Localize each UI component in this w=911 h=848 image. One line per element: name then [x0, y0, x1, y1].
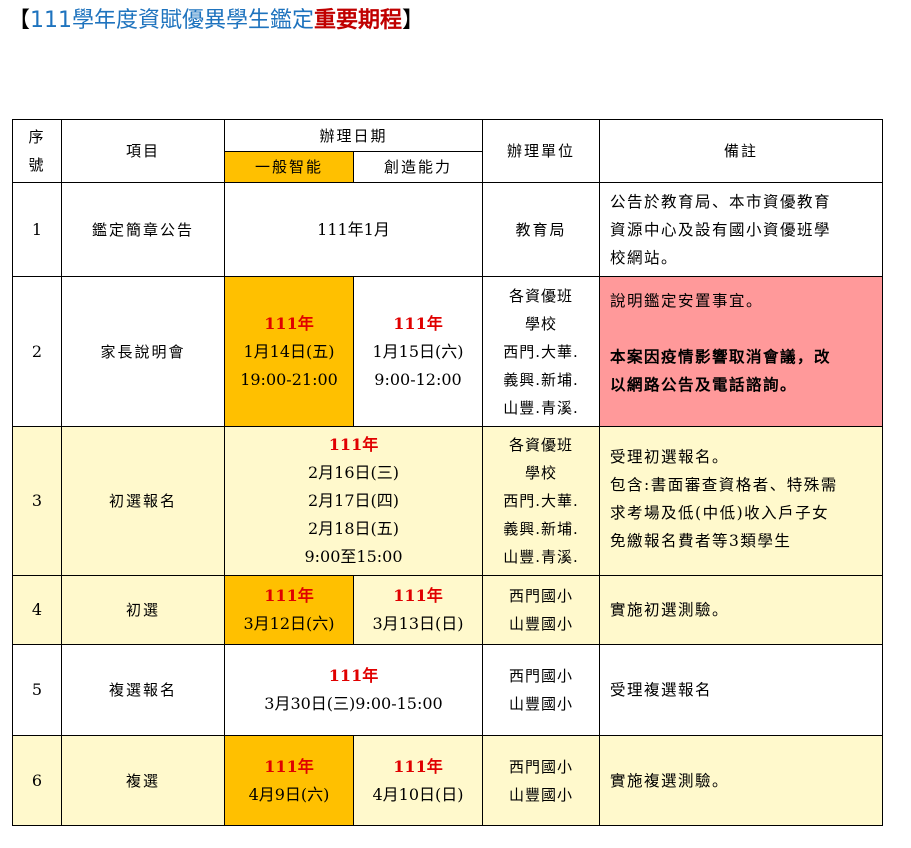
row-unit: 西門國小 山豐國小 — [482, 735, 601, 826]
row-creative-date: 111年 1月15日(六) 9:00-12:00 — [352, 276, 484, 427]
header-seq: 序 號 — [12, 119, 62, 183]
row-unit: 西門國小 山豐國小 — [482, 575, 601, 645]
title-highlight: 重要期程 — [314, 8, 403, 33]
row-unit: 各資優班 學校 西門.大華. 義興.新埔. 山豐.青溪. — [482, 426, 601, 576]
row-date: 111年1月 — [223, 182, 484, 277]
row-seq: 1 — [12, 182, 62, 277]
row-note: 說明鑑定安置事宜。 本案因疫情影響取消會議，改 以網路公告及電話諮詢。 — [599, 276, 884, 427]
row-creative-date: 111年 3月13日(日) — [352, 575, 484, 645]
table-row: 4 初選 111年 3月12日(六) 111年 3月13日(日) 西門國小 山豐… — [12, 575, 884, 645]
row-seq: 6 — [12, 735, 62, 826]
header-item: 項目 — [61, 119, 225, 183]
row-general-date: 111年 4月9日(六) — [224, 735, 354, 826]
schedule-table: 序 號 項目 辦理日期 辦理單位 備註 一般智能 創造能力 1 鑑定簡章公告 1… — [12, 119, 884, 826]
title-main: 111學年度資賦優異學生鑑定 — [30, 8, 315, 33]
row-note: 實施複選測驗。 — [599, 735, 884, 826]
row-general-date: 111年 1月14日(五) 19:00-21:00 — [224, 276, 354, 427]
row-seq: 5 — [12, 644, 62, 736]
header-general-ability: 一般智能 — [224, 151, 354, 183]
header-unit: 辦理單位 — [482, 119, 601, 183]
page-title: 【111學年度資賦優異學生鑑定重要期程】 — [8, 6, 424, 36]
table-row: 5 複選報名 111年 3月30日(三)9:00-15:00 西門國小 山豐國小… — [12, 644, 884, 736]
table-row: 1 鑑定簡章公告 111年1月 教育局 公告於教育局、本市資優教育 資源中心及設… — [12, 182, 884, 277]
row-date: 111年 3月30日(三)9:00-15:00 — [223, 644, 484, 736]
row-general-date: 111年 3月12日(六) — [224, 575, 354, 645]
row-seq: 4 — [12, 575, 62, 645]
row-seq: 3 — [12, 426, 62, 576]
title-close-bracket: 】 — [402, 8, 425, 33]
table-row: 2 家長說明會 111年 1月14日(五) 19:00-21:00 111年 1… — [12, 276, 884, 427]
row-note: 受理初選報名。 包含:書面審查資格者、特殊需 求考場及低(中低)收入戶子女 免繳… — [599, 426, 884, 576]
row-item: 複選報名 — [61, 644, 225, 736]
row-item: 複選 — [61, 735, 225, 826]
row-item: 初選報名 — [61, 426, 225, 576]
row-item: 初選 — [61, 575, 225, 645]
row-note: 受理複選報名 — [599, 644, 884, 736]
header-row: 序 號 項目 辦理日期 辦理單位 備註 — [12, 119, 884, 183]
header-date: 辦理日期 — [223, 119, 484, 152]
row-item: 鑑定簡章公告 — [61, 182, 225, 277]
row-unit: 西門國小 山豐國小 — [482, 644, 601, 736]
row-note: 實施初選測驗。 — [599, 575, 884, 645]
row-item: 家長說明會 — [61, 276, 225, 427]
header-creative-ability: 創造能力 — [352, 151, 484, 183]
table-row: 6 複選 111年 4月9日(六) 111年 4月10日(日) 西門國小 山豐國… — [12, 735, 884, 826]
row-note: 公告於教育局、本市資優教育 資源中心及設有國小資優班學 校網站。 — [599, 182, 884, 277]
table-row: 3 初選報名 111年 2月16日(三) 2月17日(四) 2月18日(五) 9… — [12, 426, 884, 576]
row-seq: 2 — [12, 276, 62, 427]
row-unit: 各資優班 學校 西門.大華. 義興.新埔. 山豐.青溪. — [482, 276, 601, 427]
row-creative-date: 111年 4月10日(日) — [352, 735, 484, 826]
title-open-bracket: 【 — [8, 8, 31, 33]
row-date: 111年 2月16日(三) 2月17日(四) 2月18日(五) 9:00至15:… — [223, 426, 484, 576]
row-unit: 教育局 — [482, 182, 601, 277]
header-note: 備註 — [599, 119, 884, 183]
